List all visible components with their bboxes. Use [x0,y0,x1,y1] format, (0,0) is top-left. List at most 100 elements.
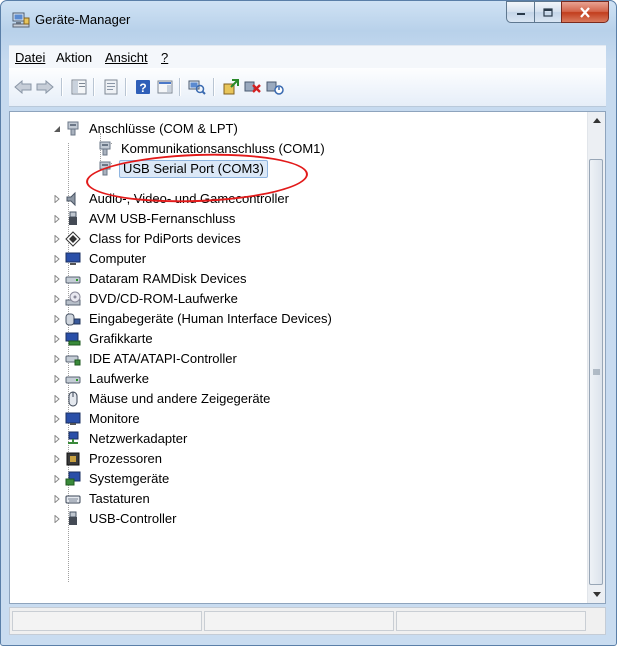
ide-controller-icon [65,351,81,367]
forward-button[interactable] [35,77,55,97]
tree-item-laufwerke[interactable]: Laufwerke [52,369,151,389]
scroll-up-button[interactable] [588,112,605,129]
expand-arrow-icon[interactable] [52,509,62,529]
keyboard-icon [65,491,81,507]
expand-arrow-icon[interactable] [52,469,62,489]
expand-arrow-icon[interactable] [52,229,62,249]
status-bar [9,607,606,635]
forward-icon [36,80,54,94]
speaker-icon [65,191,81,207]
device-manager-app-icon[interactable] [12,12,30,31]
tree-item-anschluesse[interactable]: Anschlüsse (COM & LPT) [52,119,240,139]
menu-ansicht[interactable]: Ansicht [105,50,148,65]
minimize-button[interactable] [506,1,534,23]
tree-item-prozessoren[interactable]: Prozessoren [52,449,164,469]
expand-arrow-icon[interactable] [52,449,62,469]
tree-item-label: Mäuse und andere Zeigegeräte [89,391,271,406]
tree-item-label: Laufwerke [89,371,149,386]
tree-item-label: AVM USB-Fernanschluss [89,211,236,226]
tree-item-pdiports[interactable]: Class for PdiPorts devices [52,229,243,249]
expand-arrow-icon[interactable] [52,329,62,349]
usb-plug-icon [65,511,81,527]
scroll-down-button[interactable] [588,586,605,603]
tree-item-maeuse[interactable]: Mäuse und andere Zeigegeräte [52,389,272,409]
status-pane [396,611,586,631]
tree-item-label: Anschlüsse (COM & LPT) [89,121,238,136]
disable-button[interactable] [265,77,285,97]
tree-item-monitore[interactable]: Monitore [52,409,142,429]
details-icon [157,80,173,94]
expand-arrow-icon[interactable] [52,209,62,229]
menu-datei[interactable]: Datei [15,50,45,65]
expand-arrow-icon[interactable] [52,189,62,209]
tree-item-computer[interactable]: Computer [52,249,148,269]
expand-arrow-icon[interactable] [52,489,62,509]
grip-icon [592,369,600,374]
properties-panel-icon [104,79,118,95]
tree-item-netzwerkadapter[interactable]: Netzwerkadapter [52,429,189,449]
properties-button[interactable] [101,77,121,97]
mouse-icon [65,391,81,407]
expand-arrow-icon[interactable] [52,249,62,269]
expand-arrow-icon[interactable] [52,369,62,389]
device-tree: Anschlüsse (COM & LPT) Kommunikationsans… [10,112,588,603]
toolbar-separator [179,78,181,96]
help-button[interactable]: ? [133,77,153,97]
tree-item-label: Prozessoren [89,451,162,466]
menu-help[interactable]: ? [161,50,168,65]
uninstall-icon [244,81,261,93]
maximize-button[interactable] [534,1,561,23]
vertical-scrollbar[interactable] [587,112,605,603]
computer-icon [65,251,81,267]
disk-drive-icon [65,371,81,387]
toolbar-separator [125,78,127,96]
tree-item-label: Netzwerkadapter [89,431,188,446]
details-button[interactable] [155,77,175,97]
tree-item-label: Tastaturen [89,491,150,506]
tree-item-label: IDE ATA/ATAPI-Controller [89,351,237,366]
tree-item-dvd[interactable]: DVD/CD-ROM-Laufwerke [52,289,240,309]
port-icon [65,121,81,137]
tree-item-systemgeraete[interactable]: Systemgeräte [52,469,171,489]
toolbar-separator [213,78,215,96]
tree-item-avm-usb[interactable]: AVM USB-Fernanschluss [52,209,237,229]
expand-arrow-icon[interactable] [52,389,62,409]
scan-hardware-button[interactable] [187,77,207,97]
collapse-arrow-icon[interactable] [52,119,62,139]
diamond-icon [65,231,81,247]
expand-arrow-icon[interactable] [52,349,62,369]
expand-arrow-icon[interactable] [52,429,62,449]
tree-item-ide[interactable]: IDE ATA/ATAPI-Controller [52,349,239,369]
tree-item-label: Class for PdiPorts devices [89,231,241,246]
uninstall-button[interactable] [243,77,263,97]
tree-item-tastaturen[interactable]: Tastaturen [52,489,152,509]
scan-hardware-icon [188,80,206,95]
device-manager-window: Geräte-Manager Datei Aktion Ansicht ? ? … [0,0,617,646]
show-hide-console-tree-button[interactable] [69,77,89,97]
network-icon [65,431,81,447]
back-button[interactable] [13,77,33,97]
expand-arrow-icon[interactable] [52,289,62,309]
close-button[interactable] [561,1,609,23]
back-icon [14,80,32,94]
menu-aktion[interactable]: Aktion [56,50,92,65]
help-icon: ? [136,80,150,95]
tree-item-label: Grafikkarte [89,331,153,346]
tree-item-grafikkarte[interactable]: Grafikkarte [52,329,155,349]
window-controls [506,1,609,23]
expand-arrow-icon[interactable] [52,409,62,429]
tree-item-usb-controller[interactable]: USB-Controller [52,509,178,529]
minimize-icon [516,13,525,15]
tree-item-label: Computer [89,251,147,266]
expand-arrow-icon[interactable] [52,269,62,289]
update-driver-button[interactable] [221,77,241,97]
tree-item-hid[interactable]: Eingabegeräte (Human Interface Devices) [52,309,334,329]
toolbar: ? [9,68,606,107]
port-icon [97,141,113,157]
scroll-thumb[interactable] [589,159,603,585]
display-adapter-icon [65,331,81,347]
tree-item-ramdisk[interactable]: Dataram RAMDisk Devices [52,269,248,289]
expand-arrow-icon[interactable] [52,309,62,329]
system-device-icon [65,471,81,487]
title-bar[interactable]: Geräte-Manager [1,1,616,39]
